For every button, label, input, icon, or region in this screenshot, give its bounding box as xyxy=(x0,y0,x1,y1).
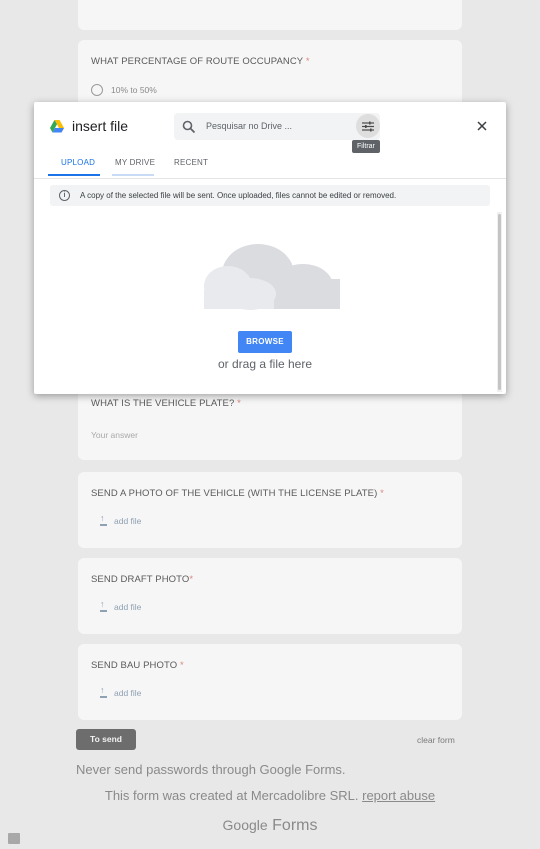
browse-button[interactable]: BROWSE xyxy=(238,331,292,353)
upload-info-banner: i A copy of the selected file will be se… xyxy=(50,185,490,206)
search-placeholder: Pesquisar no Drive ... xyxy=(206,121,293,131)
creator-text: This form was created at Mercadolibre SR… xyxy=(104,788,359,803)
question-title: WHAT PERCENTAGE OF ROUTE OCCUPANCY * xyxy=(91,56,310,67)
google-drive-icon xyxy=(50,120,64,133)
active-tab-indicator xyxy=(48,174,100,176)
question-title: SEND A PHOTO OF THE VEHICLE (WITH THE LI… xyxy=(91,488,384,499)
password-warning: Never send passwords through Google Form… xyxy=(76,762,346,777)
question-title: SEND BAU PHOTO * xyxy=(91,660,184,671)
upload-icon xyxy=(99,599,108,612)
required-mark: * xyxy=(189,574,194,585)
filter-button[interactable] xyxy=(356,114,380,138)
insert-file-dialog: insert file Pesquisar no Drive ... Filtr… xyxy=(34,102,506,394)
question-title: SEND DRAFT PHOTO* xyxy=(91,574,194,585)
close-icon[interactable] xyxy=(475,119,489,133)
upload-icon xyxy=(99,513,108,526)
option-label: 10% to 50% xyxy=(111,85,157,95)
drag-hint: or drag a file here xyxy=(217,357,313,371)
add-file-button[interactable]: add file xyxy=(99,599,141,612)
question-card-draft-photo: SEND DRAFT PHOTO* add file xyxy=(78,558,462,634)
brand-forms: Forms xyxy=(272,817,318,834)
hover-tab-indicator xyxy=(112,174,154,176)
report-abuse-link[interactable]: report abuse xyxy=(362,788,435,803)
brand-google: Google xyxy=(222,817,268,833)
info-icon: i xyxy=(59,190,70,201)
tune-icon xyxy=(362,121,374,131)
cloud-illustration xyxy=(204,244,340,310)
answer-input[interactable]: Your answer xyxy=(91,430,138,440)
clear-form-link[interactable]: clear form xyxy=(417,735,455,745)
info-text: A copy of the selected file will be sent… xyxy=(80,191,397,200)
report-icon[interactable] xyxy=(8,833,20,844)
required-mark: * xyxy=(380,488,384,499)
drive-search-input[interactable]: Pesquisar no Drive ... xyxy=(174,113,380,140)
send-button[interactable]: To send xyxy=(76,729,136,750)
dialog-title: insert file xyxy=(72,118,129,134)
tab-my-drive[interactable]: MY DRIVE xyxy=(115,158,155,167)
required-mark: * xyxy=(179,660,184,671)
tab-upload[interactable]: UPLOAD xyxy=(61,158,95,167)
radio-option[interactable] xyxy=(91,84,103,96)
search-icon xyxy=(182,120,196,134)
question-card-partial xyxy=(78,0,462,30)
form-creator-note: This form was created at Mercadolibre SR… xyxy=(0,788,540,803)
scrollbar-thumb[interactable] xyxy=(498,214,501,390)
add-file-button[interactable]: add file xyxy=(99,685,141,698)
required-mark: * xyxy=(237,398,241,409)
add-file-button[interactable]: add file xyxy=(99,513,141,526)
tabs-divider xyxy=(34,178,506,179)
question-title: WHAT IS THE VEHICLE PLATE? * xyxy=(91,398,241,409)
google-forms-logo: Google Forms xyxy=(0,817,540,835)
filter-tooltip: Filtrar xyxy=(352,140,380,153)
question-card-vehicle-photo: SEND A PHOTO OF THE VEHICLE (WITH THE LI… xyxy=(78,472,462,548)
question-card-bau-photo: SEND BAU PHOTO * add file xyxy=(78,644,462,720)
upload-icon xyxy=(99,685,108,698)
required-mark: * xyxy=(305,56,310,67)
tab-recent[interactable]: RECENT xyxy=(174,158,208,167)
